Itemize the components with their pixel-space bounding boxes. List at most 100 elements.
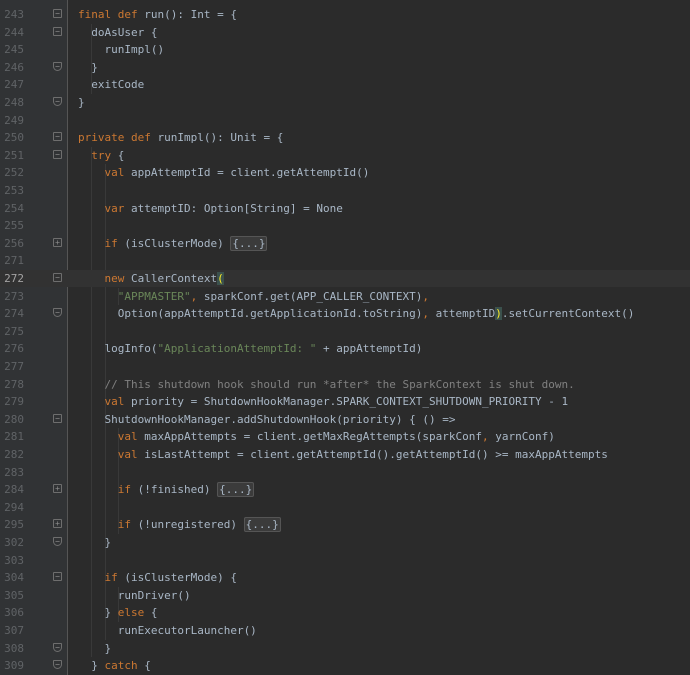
fold-end-icon[interactable]: − [53,61,62,71]
code-line[interactable]: 284 + if (!finished) {...} [0,481,690,498]
fold-end-icon[interactable]: − [53,537,62,546]
code-token: (!finished) [137,483,218,497]
code-line[interactable]: 256 + if (isClusterMode) {...} [0,235,690,252]
code-line[interactable]: 246 − } [0,59,690,76]
code-token: doAsUser { [78,25,158,39]
code-token: sparkConf.get(APP_CALLER_CONTEXT) [203,289,423,303]
code-token: isLastAttempt = client.getAttemptId().ge… [144,448,608,461]
code-line[interactable]: 280 − ShutdownHookManager.addShutdownHook… [0,411,690,428]
line-number: 271 [4,254,24,268]
code-line[interactable]: 255 [0,217,690,234]
code-line[interactable]: 249 [0,112,690,129]
line-number: 247 [4,78,24,92]
code-line[interactable]: 252 val appAttemptId = client.getAttempt… [0,164,690,181]
code-line[interactable]: 254 var attemptID: Option[String] = None [0,200,690,217]
folded-region[interactable]: {...} [217,482,255,498]
code-line[interactable]: 276 logInfo("ApplicationAttemptId: " + a… [0,340,690,357]
collapse-fold-icon[interactable]: − [53,273,62,282]
code-text: var attemptID: Option[String] = None [78,200,342,217]
code-token: } [78,60,98,74]
code-line[interactable]: 247 exitCode [0,76,690,93]
code-token: runImpl() [78,43,165,57]
expand-fold-icon[interactable]: + [53,519,62,529]
code-line[interactable]: 283 [0,464,690,481]
code-token: val [78,430,145,444]
code-token: else [117,606,151,620]
line-number: 303 [4,553,24,567]
code-text: try { [78,147,124,164]
code-line[interactable]: 303 [0,552,690,569]
collapse-fold-icon[interactable]: − [53,413,62,423]
code-line[interactable]: 295 + if (!unregistered) {...} [0,516,690,533]
code-text: doAsUser { [78,24,157,41]
matched-bracket: ( [217,272,224,285]
code-line[interactable]: 309 − } catch { [0,657,690,674]
collapse-fold-icon[interactable]: − [53,572,62,582]
code-line[interactable]: 248 −} [0,94,690,111]
code-line[interactable]: 271 [0,252,690,269]
code-line[interactable]: 253 [0,182,690,199]
code-line[interactable]: 306 } else { [0,604,690,621]
code-text: } [78,94,85,111]
code-line[interactable]: 307 runExecutorLauncher() [0,622,690,639]
code-line[interactable]: 251 − try { [0,147,690,164]
code-line[interactable]: 250 − private def runImpl(): Unit = { [0,129,690,146]
code-line[interactable]: 278 // This shutdown hook should run *af… [0,376,690,393]
code-line[interactable]: 243 − final def run(): Int = { [0,6,690,23]
expand-fold-icon[interactable]: + [53,484,62,494]
code-line[interactable]: 294 [0,499,690,516]
code-text: if (!finished) {...} [78,481,255,498]
line-number: 295 [4,518,24,532]
code-line[interactable]: 273 "APPMASTER", sparkConf.get(APP_CALLE… [0,288,690,305]
collapse-fold-icon[interactable]: − [53,132,62,142]
collapse-fold-icon[interactable]: − [53,26,62,36]
code-line[interactable]: 305 runDriver() [0,587,690,604]
current-code-line[interactable]: 272 − new CallerContext( [0,270,690,287]
code-token: exitCode [78,78,145,92]
code-line[interactable]: 245 runImpl() [0,41,690,58]
code-text: // This shutdown hook should run *after*… [78,376,574,393]
code-line[interactable]: 281 val maxAppAttempts = client.getMaxRe… [0,428,690,445]
code-editor[interactable]: 243 − final def run(): Int = {244 − doAsUse… [0,0,690,675]
line-number: 283 [4,465,24,479]
code-token: , [482,430,496,444]
fold-end-icon[interactable]: − [53,308,62,318]
code-text: logInfo("ApplicationAttemptId: " + appAt… [78,340,422,357]
fold-end-icon[interactable]: − [53,660,62,670]
line-number: 284 [4,483,24,497]
fold-end-icon[interactable]: − [53,97,62,106]
line-number: 248 [4,96,24,109]
code-token: maxAppAttempts = client.getMaxRegAttempt… [144,430,482,444]
code-line[interactable]: 308 − } [0,640,690,657]
collapse-fold-icon[interactable]: − [53,9,62,18]
code-token: "APPMASTER" [78,289,191,303]
code-line[interactable]: 282 val isLastAttempt = client.getAttemp… [0,446,690,463]
line-number: 307 [4,624,24,637]
fold-end-icon[interactable]: − [53,642,62,652]
code-text: new CallerContext( [78,270,224,287]
code-line[interactable]: 244 − doAsUser { [0,24,690,41]
code-token: val [78,395,131,409]
code-token: appAttemptId = client.getAttemptId() [130,166,370,180]
code-text: runDriver() [78,587,191,604]
folded-region[interactable]: {...} [230,235,268,251]
code-line[interactable]: 279 val priority = ShutdownHookManager.S… [0,393,690,410]
collapse-fold-icon[interactable]: − [53,149,62,159]
code-line[interactable]: 302 − } [0,534,690,551]
code-token: yarnConf) [495,430,555,444]
line-number: 274 [4,307,24,321]
line-number: 254 [4,201,24,215]
code-token: catch [104,659,145,673]
folded-region[interactable]: {...} [243,517,281,533]
line-number: 280 [4,412,24,426]
code-token: if [78,483,138,497]
code-token: .setCurrentContext() [501,307,635,321]
code-line[interactable]: 275 [0,323,690,340]
code-token: } [78,641,112,655]
expand-fold-icon[interactable]: + [53,237,62,247]
code-token: val [78,166,131,180]
code-line[interactable]: 304 − if (isClusterMode) { [0,569,690,586]
code-line[interactable]: 274 − Option(appAttemptId.getApplicationI… [0,305,690,322]
line-number: 302 [4,536,24,549]
code-line[interactable]: 277 [0,358,690,375]
